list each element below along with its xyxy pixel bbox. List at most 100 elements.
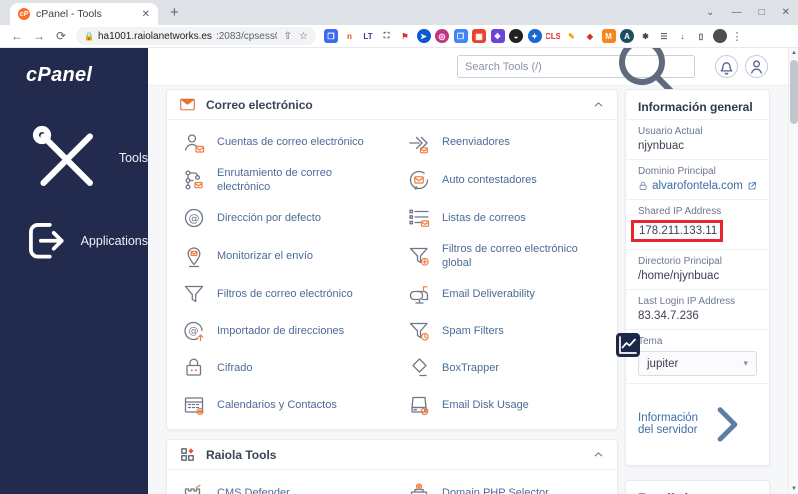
main-domain-value[interactable]: alvarofontela.com xyxy=(652,180,743,192)
section-title: Raiola Tools xyxy=(206,447,277,462)
statistics-floating-button[interactable] xyxy=(616,333,640,357)
tool-item[interactable]: @ Dirección por defecto xyxy=(167,200,392,237)
minimize-button[interactable]: — xyxy=(732,7,742,18)
section-title: Correo electrónico xyxy=(206,97,313,112)
maximize-button[interactable]: □ xyxy=(759,7,765,18)
server-info-link[interactable]: Información del servidor xyxy=(626,383,769,465)
ext-blue-tabs-icon[interactable]: ❐ xyxy=(324,29,338,43)
ext-red-diamond-icon[interactable]: ◆ xyxy=(583,29,597,43)
search-input[interactable] xyxy=(465,60,607,73)
reload-button[interactable]: ⟳ xyxy=(50,29,72,43)
ext-playlist-icon[interactable]: ☰ xyxy=(657,29,671,43)
tab-search-button[interactable]: ⌄ xyxy=(706,7,714,18)
tab-title: cPanel - Tools xyxy=(36,8,102,20)
scroll-up-icon[interactable]: ▲ xyxy=(789,48,798,58)
browser-menu-icon[interactable]: ⋮ xyxy=(732,30,743,43)
chevron-up-icon[interactable] xyxy=(592,98,605,111)
bookmark-star-icon[interactable]: ☆ xyxy=(299,31,308,42)
chevron-up-icon[interactable] xyxy=(592,448,605,461)
tool-item-label: Calendarios y Contactos xyxy=(217,398,337,411)
ext-reader-panel-icon[interactable]: ▯ xyxy=(694,29,708,43)
close-window-button[interactable]: ✕ xyxy=(782,7,790,18)
tool-item[interactable]: Filtros de correo electrónico xyxy=(167,275,392,312)
ext-fox-icon[interactable]: M xyxy=(601,29,616,43)
tool-item[interactable]: @ Importador de direcciones xyxy=(167,312,392,349)
ext-profile-avatar[interactable] xyxy=(712,29,727,43)
ext-blue-circle-icon[interactable]: ➤ xyxy=(416,29,431,43)
ssl-lock-icon: 🔒 xyxy=(84,31,94,41)
share-icon[interactable]: ⇧ xyxy=(284,31,292,42)
current-user-value: njynbuac xyxy=(638,140,685,152)
raiola-tools-grid: CMS Defender Domain PHP Selector xyxy=(167,470,617,494)
ext-asterisk-icon[interactable]: ✱ xyxy=(639,29,653,43)
main-domain-link[interactable]: alvarofontela.com xyxy=(638,180,757,192)
ext-blue-doc-icon[interactable]: ❒ xyxy=(453,29,468,43)
browser-tab[interactable]: cP cPanel - Tools ✕ xyxy=(10,3,158,25)
tool-item[interactable]: Auto contestadores xyxy=(392,161,617,200)
tool-item[interactable]: Cuentas de correo electrónico xyxy=(167,124,392,161)
ext-dark-mask-icon[interactable]: ◒ xyxy=(509,29,523,43)
theme-select[interactable]: jupiter ▾ xyxy=(638,351,757,376)
scroll-down-icon[interactable]: ▼ xyxy=(789,484,798,494)
ext-cls-icon[interactable]: CLS xyxy=(546,29,560,43)
ext-download-icon[interactable]: ↓ xyxy=(676,29,690,43)
cpanel-logo: cPanel xyxy=(26,64,93,86)
shared-ip-value-highlighted: 178.211.133.11 xyxy=(631,220,723,242)
address-bar[interactable]: 🔒 ha1001.raiolanetworks.es :2083/cpsess0… xyxy=(76,27,316,45)
statistics-card: Estadísticas Physical Memory Usage 199,7… xyxy=(625,479,770,494)
scrollbar-thumb[interactable] xyxy=(790,60,798,124)
tool-item[interactable]: CMS Defender xyxy=(167,474,392,494)
boxtrapper-icon xyxy=(407,356,431,380)
cpanel-favicon-icon: cP xyxy=(18,8,30,20)
page-scrollbar[interactable]: ▲ ▼ xyxy=(788,48,798,494)
ext-lt-icon[interactable]: LT xyxy=(361,29,375,43)
ext-camera-icon[interactable]: ◎ xyxy=(435,29,449,43)
shared-ip-group: Shared IP Address 178.211.133.11 xyxy=(626,199,769,249)
tool-item[interactable]: Email Deliverability xyxy=(392,275,617,312)
tool-item-label: CMS Defender xyxy=(217,486,290,494)
tool-item[interactable]: Email Disk Usage xyxy=(392,386,617,423)
ext-pencil-icon[interactable]: ✎ xyxy=(565,29,579,43)
user-menu-button[interactable] xyxy=(745,55,768,78)
tool-item[interactable]: BoxTrapper xyxy=(392,349,617,386)
forward-button[interactable]: → xyxy=(28,29,50,43)
tool-item-label: Domain PHP Selector xyxy=(442,486,549,494)
tool-item[interactable]: Listas de correos xyxy=(392,200,617,237)
new-tab-button[interactable]: + xyxy=(170,4,179,21)
ext-teal-a-icon[interactable]: A xyxy=(620,29,634,43)
tool-item[interactable]: Domain PHP Selector xyxy=(392,474,617,494)
tool-item[interactable]: Calendarios y Contactos xyxy=(167,386,392,423)
tool-item-label: Auto contestadores xyxy=(442,174,537,187)
email-section-header[interactable]: Correo electrónico xyxy=(167,90,617,120)
tool-item[interactable]: Monitorizar el envío xyxy=(167,237,392,276)
notifications-button[interactable] xyxy=(715,55,738,78)
tab-close-icon[interactable]: ✕ xyxy=(142,9,150,20)
back-button[interactable]: ← xyxy=(6,29,28,43)
ext-orange-n-icon[interactable]: n xyxy=(343,29,357,43)
email-tools-grid: Cuentas de correo electrónico Reenviador… xyxy=(167,120,617,429)
tool-item-label: Email Disk Usage xyxy=(442,398,529,411)
search-field[interactable] xyxy=(457,48,695,97)
ext-crop-icon[interactable]: ⛶ xyxy=(380,29,394,43)
calendars-contacts-icon xyxy=(182,393,206,417)
main-area: Correo electrónico Cuentas de correo ele… xyxy=(148,48,788,494)
external-link-icon[interactable] xyxy=(747,181,757,191)
tool-item-label: Email Deliverability xyxy=(442,287,535,300)
ext-purple-shapes-icon[interactable]: ❖ xyxy=(490,29,505,43)
tool-item[interactable]: Reenviadores xyxy=(392,124,617,161)
ext-red-grid-icon[interactable]: ▦ xyxy=(472,29,486,43)
routing-icon xyxy=(182,168,206,192)
tool-item-label: Importador de direcciones xyxy=(217,324,345,337)
tool-item[interactable]: Spam Filters xyxy=(392,312,617,349)
ext-flag-icon[interactable]: ⚑ xyxy=(398,29,412,43)
sidebar-item-tools[interactable]: Tools xyxy=(0,107,148,209)
tool-item-label: Monitorizar el envío xyxy=(217,249,313,262)
tool-item[interactable]: Filtros de correo electrónico global xyxy=(392,237,617,276)
raiola-section-header[interactable]: Raiola Tools xyxy=(167,440,617,471)
sidebar-item-applications[interactable]: Applications xyxy=(0,209,148,273)
tool-item[interactable]: Enrutamiento de correo electrónico xyxy=(167,161,392,200)
tool-item[interactable]: Cifrado xyxy=(167,349,392,386)
home-directory-value: /home/njynbuac xyxy=(638,270,720,282)
ext-compass-icon[interactable]: ✦ xyxy=(527,29,542,43)
field-label: Usuario Actual xyxy=(638,126,703,137)
